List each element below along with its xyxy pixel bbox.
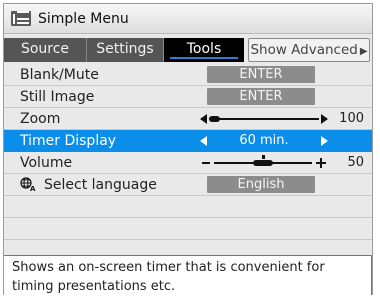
select-language-label: Select language [44,177,157,193]
row-volume[interactable]: Volume 50 [4,152,372,174]
minus-icon[interactable] [202,162,210,164]
description-panel: Shows an on-screen timer that is conveni… [4,255,372,295]
row-blank-mute[interactable]: Blank/Mute ENTER [4,64,372,86]
still-image-label: Still Image [20,89,95,105]
timer-display-selector[interactable]: 60 min. [200,130,328,152]
zoom-value: 100 [339,111,364,126]
zoom-increase-icon[interactable] [321,114,328,124]
description-text: Shows an on-screen timer that is conveni… [12,258,364,296]
menu-list-icon [11,11,31,26]
description-line-2: timing presentations etc. [12,279,176,294]
plus-icon[interactable] [316,158,326,168]
empty-row-1 [4,196,372,218]
language-select-button[interactable]: English [207,176,315,193]
blank-mute-label: Blank/Mute [20,67,99,83]
zoom-slider[interactable] [200,108,328,130]
select-language-label-wrap: A Select language [20,174,157,196]
zoom-fill [209,116,220,122]
zoom-label: Zoom [20,111,61,127]
description-line-1: Shows an on-screen timer that is conveni… [12,260,325,275]
volume-slider[interactable] [200,152,328,174]
timer-next-icon[interactable] [321,136,328,146]
show-advanced-label: Show Advanced [250,42,358,58]
timer-display-label: Timer Display [20,133,117,149]
row-zoom[interactable]: Zoom 100 [4,108,372,130]
volume-label: Volume [20,155,73,171]
tab-settings[interactable]: Settings [87,38,164,62]
tab-source[interactable]: Source [4,38,87,62]
chevron-right-icon: ▶ [359,46,368,57]
tools-list: Blank/Mute ENTER Still Image ENTER Zoom … [4,64,372,240]
still-image-enter-button[interactable]: ENTER [207,88,315,105]
title-bar: Simple Menu [4,4,372,34]
volume-value: 50 [347,155,364,170]
timer-display-value: 60 min. [239,133,289,148]
blank-mute-enter-button[interactable]: ENTER [207,66,315,83]
show-advanced-button[interactable]: Show Advanced ▶ [248,38,370,62]
volume-knob[interactable] [253,160,273,166]
svg-text:A: A [30,185,36,191]
row-still-image[interactable]: Still Image ENTER [4,86,372,108]
zoom-track [209,118,319,120]
row-timer-display[interactable]: Timer Display 60 min. [4,130,372,152]
empty-row-2 [4,218,372,240]
tab-tools[interactable]: Tools [164,38,244,62]
language-globe-icon: A [20,177,36,191]
row-select-language[interactable]: A Select language English [4,174,372,196]
window-title: Simple Menu [38,10,129,27]
zoom-decrease-icon[interactable] [200,114,207,124]
tab-bar: Source Settings Tools Show Advanced ▶ [4,38,372,62]
volume-center-tick [262,155,265,159]
